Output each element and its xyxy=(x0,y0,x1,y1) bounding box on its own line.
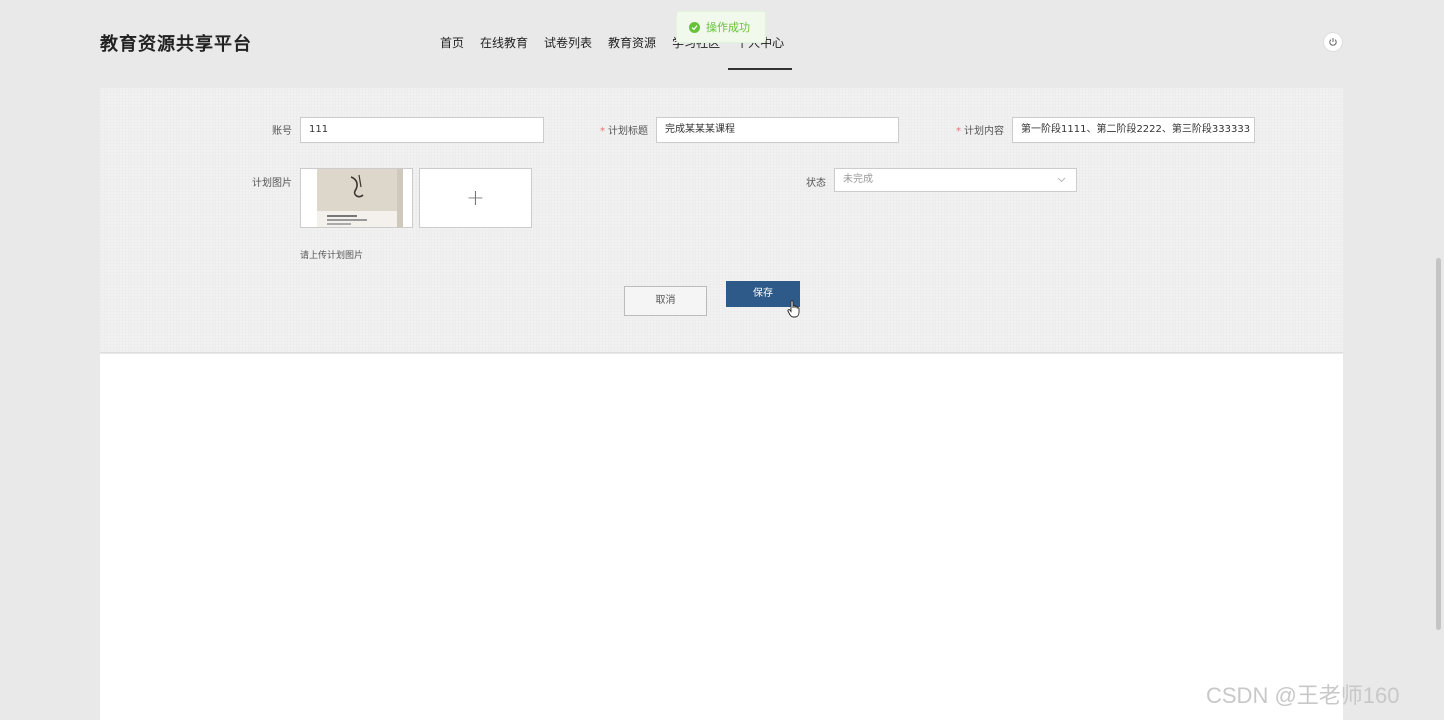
plus-icon: + xyxy=(466,185,485,211)
power-icon xyxy=(1329,38,1337,46)
site-title: 教育资源共享平台 xyxy=(100,34,252,55)
nav-item-education-resources[interactable]: 教育资源 xyxy=(600,34,664,70)
required-mark: * xyxy=(956,126,961,137)
image-upload-button[interactable]: + xyxy=(419,168,532,228)
plan-content-label: * 计划内容 xyxy=(956,126,1004,137)
required-mark: * xyxy=(600,126,605,137)
toast-text: 操作成功 xyxy=(706,21,750,34)
scrollbar[interactable] xyxy=(1436,258,1441,630)
status-select[interactable]: 未完成 xyxy=(834,168,1077,192)
nav-item-online-education[interactable]: 在线教育 xyxy=(472,34,536,70)
success-toast: 操作成功 xyxy=(676,11,766,43)
cancel-button[interactable]: 取消 xyxy=(624,286,707,316)
plan-image-thumbnail[interactable] xyxy=(300,168,413,228)
chevron-down-icon xyxy=(1057,169,1066,200)
nav-item-home[interactable]: 首页 xyxy=(432,34,472,70)
status-select-value: 未完成 xyxy=(843,174,873,185)
plan-title-input[interactable]: 完成某某某课程 xyxy=(656,117,899,143)
watermark: CSDN @王老师160 xyxy=(1206,683,1400,708)
check-circle-icon xyxy=(689,21,700,33)
hand-cursor-icon xyxy=(787,300,801,322)
nav-item-exam-list[interactable]: 试卷列表 xyxy=(536,34,600,70)
plan-form: 账号 111 * 计划标题 完成某某某课程 * 计划内容 第一阶段1111、第二阶段… xyxy=(100,88,1343,353)
account-label: 账号 xyxy=(272,126,292,137)
content-area xyxy=(100,354,1343,720)
logout-button[interactable] xyxy=(1323,32,1343,52)
upload-hint: 请上传计划图片 xyxy=(300,251,364,261)
status-label: 状态 xyxy=(806,178,826,189)
plan-title-label: * 计划标题 xyxy=(600,126,648,137)
plan-content-input[interactable]: 第一阶段1111、第二阶段2222、第三阶段333333 xyxy=(1012,117,1255,143)
plan-image-label: 计划图片 xyxy=(252,178,292,189)
account-input[interactable]: 111 xyxy=(300,117,544,143)
book-cover-image xyxy=(301,169,412,227)
